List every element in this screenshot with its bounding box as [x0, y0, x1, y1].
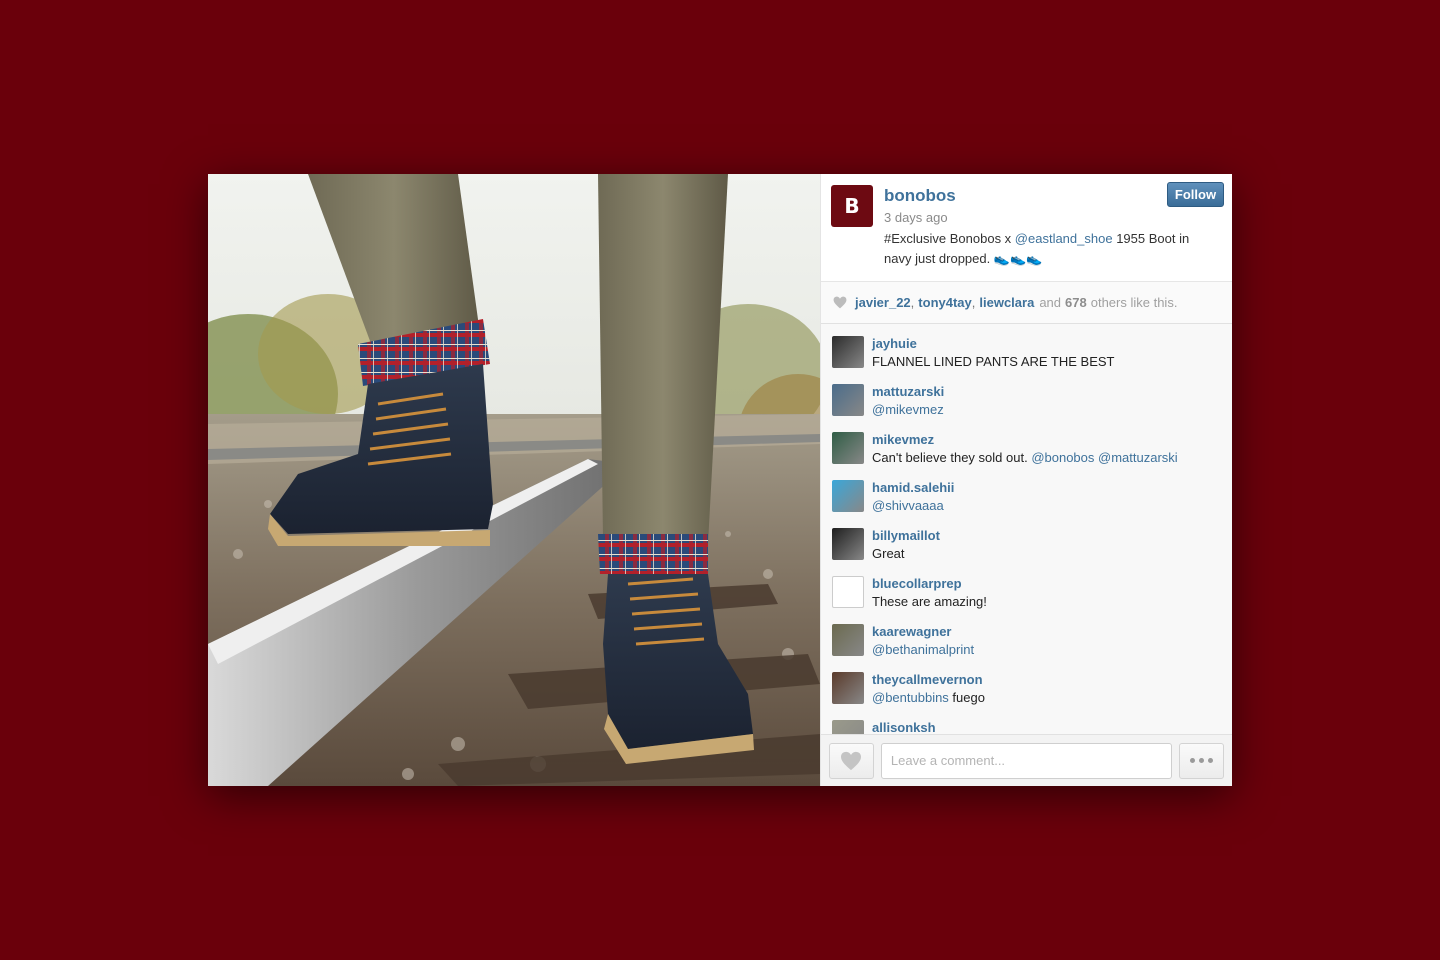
commenter-username-link[interactable]: hamid.salehii — [872, 478, 1232, 496]
comment-text-part: Great — [872, 546, 905, 561]
comment-item: kaarewagner @bethanimalprint — [832, 622, 1232, 670]
photo-modal: B bonobos 3 days ago #Exclusive Bonobos … — [208, 174, 1232, 786]
post-caption: #Exclusive Bonobos x @eastland_shoe 1955… — [884, 229, 1214, 269]
caption-mention-link[interactable]: @eastland_shoe — [1015, 231, 1113, 246]
comment-item: hamid.salehii @shivvaaaa — [832, 478, 1232, 526]
likes-suffix: others like this. — [1090, 295, 1178, 310]
comment-item: mikevmez Can't believe they sold out. @bo… — [832, 430, 1232, 478]
comment-item: mattuzarski @mikevmez — [832, 382, 1232, 430]
boots-photo-illustration — [208, 174, 820, 786]
heart-icon — [833, 296, 847, 309]
commenter-username-link[interactable]: mattuzarski — [872, 382, 1232, 400]
comment-input[interactable] — [880, 742, 1173, 779]
owner-avatar-letter: B — [844, 194, 860, 218]
like-button[interactable] — [829, 742, 874, 779]
commenter-avatar[interactable] — [832, 672, 864, 704]
post-photo[interactable] — [208, 174, 820, 786]
comment-text-part: fuego — [948, 690, 985, 705]
more-dot-icon — [1208, 758, 1214, 763]
comment-text: These are amazing! — [872, 592, 1232, 612]
owner-username-link[interactable]: bonobos — [884, 186, 956, 206]
comment-text: @bethanimalprint — [872, 640, 1232, 660]
more-options-button[interactable] — [1179, 742, 1224, 779]
comment-item: billymaillot Great — [832, 526, 1232, 574]
comment-mention-link[interactable]: @shivvaaaa — [872, 498, 944, 513]
more-dot-icon — [1190, 758, 1196, 763]
comment-mention-link[interactable]: @mattuzarski — [1098, 450, 1178, 465]
commenter-username-link[interactable]: jayhuie — [872, 334, 1232, 352]
comment-text: FLANNEL LINED PANTS ARE THE BEST — [872, 352, 1232, 372]
comment-text-part: These are amazing! — [872, 594, 987, 609]
likes-summary: javier_22, tony4tay, liewclara and 678 o… — [821, 282, 1232, 324]
commenter-avatar[interactable] — [832, 384, 864, 416]
commenter-username-link[interactable]: mikevmez — [872, 430, 1232, 448]
commenter-avatar[interactable] — [832, 576, 864, 608]
comment-item: bluecollarprep These are amazing! — [832, 574, 1232, 622]
likes-count[interactable]: 678 — [1065, 295, 1087, 310]
comment-text-part: Can't believe they sold out. — [872, 450, 1032, 465]
commenter-avatar[interactable] — [832, 528, 864, 560]
commenter-username-link[interactable]: kaarewagner — [872, 622, 1232, 640]
commenter-username-link[interactable]: bluecollarprep — [872, 574, 1232, 592]
commenter-avatar[interactable] — [832, 432, 864, 464]
more-dot-icon — [1199, 758, 1205, 763]
comment-text: @bentubbins fuego — [872, 688, 1232, 708]
comment-text: @shivvaaaa — [872, 496, 1232, 516]
commenter-username-link[interactable]: billymaillot — [872, 526, 1232, 544]
commenter-avatar[interactable] — [832, 720, 864, 734]
comment-footer — [821, 734, 1232, 786]
comment-mention-link[interactable]: @mikevmez — [872, 402, 944, 417]
comments-list[interactable]: jayhuie FLANNEL LINED PANTS ARE THE BEST m… — [821, 324, 1232, 734]
comment-text: @mikevmez — [872, 400, 1232, 420]
commenter-username-link[interactable]: theycallmevernon — [872, 670, 1232, 688]
follow-button[interactable]: Follow — [1167, 182, 1224, 207]
comment-mention-link[interactable]: @bonobos — [1031, 450, 1094, 465]
commenter-avatar[interactable] — [832, 624, 864, 656]
caption-text: #Exclusive Bonobos x — [884, 231, 1015, 246]
liker-link[interactable]: javier_22 — [855, 295, 911, 310]
comment-text: Can't believe they sold out. @bonobos @m… — [872, 448, 1232, 468]
commenter-avatar[interactable] — [832, 336, 864, 368]
comment-mention-link[interactable]: @bentubbins — [872, 690, 949, 705]
comment-item: allisonksh — [832, 718, 1232, 734]
comment-mention-link[interactable]: @bethanimalprint — [872, 642, 974, 657]
commenter-avatar[interactable] — [832, 480, 864, 512]
comment-item: theycallmevernon @bentubbins fuego — [832, 670, 1232, 718]
comment-text-part: FLANNEL LINED PANTS ARE THE BEST — [872, 354, 1115, 369]
comment-text: Great — [872, 544, 1232, 564]
post-header: B bonobos 3 days ago #Exclusive Bonobos … — [821, 174, 1232, 282]
liker-link[interactable]: liewclara — [979, 295, 1034, 310]
likes-and-text: and — [1039, 295, 1062, 310]
heart-icon — [841, 751, 862, 770]
post-timestamp: 3 days ago — [884, 210, 948, 225]
post-side-panel: B bonobos 3 days ago #Exclusive Bonobos … — [820, 174, 1232, 786]
owner-avatar[interactable]: B — [831, 185, 873, 227]
comment-item: jayhuie FLANNEL LINED PANTS ARE THE BEST — [832, 334, 1232, 382]
commenter-username-link[interactable]: allisonksh — [872, 718, 1232, 734]
liker-link[interactable]: tony4tay — [918, 295, 971, 310]
